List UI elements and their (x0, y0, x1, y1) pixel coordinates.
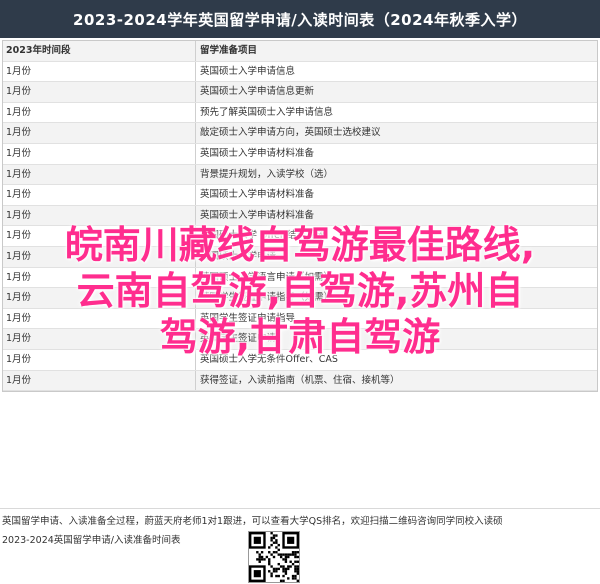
page: 2023-2024学年英国留学申请/入读时间表（2024年秋季入学） 2023年… (0, 0, 600, 584)
row-time: 1月份 (3, 102, 196, 123)
table-row: 1月份 英国学生签证申请指导（如需） (3, 288, 597, 309)
table-row: 1月份 获得签证，入读前指南（机票、住宿、接机等） (3, 370, 597, 392)
table-row: 1月份 英国硕士入学申请材料准备 (3, 205, 597, 227)
qr-code-icon (248, 531, 300, 583)
row-items: 英国硕士入学语言申请（如需） (200, 271, 334, 283)
table-row: 1月份 背景提升规划，入读学校（选） (3, 164, 597, 186)
schedule-table: 2023年时间段 留学准备项目 1月份 英国硕士入学申请信息 1月份 英国硕士入学申请… (2, 40, 598, 393)
table-row: 1月份 英国硕士入学申请信息 (3, 61, 597, 83)
row-items: 英国硕士入学申请信息 (200, 65, 296, 77)
row-items: 英国硕士入学申请材料准备 (200, 147, 315, 159)
row-time: 1月份 (3, 82, 196, 102)
table-row: 1月份 英国学生签证申请指导 (3, 308, 597, 330)
footer-notice: 英国留学申请、入读准备全过程，蔚蓝天府老师1对1跟进，可以查看大学QS排名，欢迎… (2, 516, 502, 527)
row-items: 英国学生签证申请指导 (200, 312, 296, 324)
table-row: 1月份 英国硕士入学无条件Offer、CAS (3, 349, 597, 371)
table-row: 1月份 英国硕士入学申请信息更新 (3, 82, 597, 103)
table-row: 1月份 英国学生签证申请 (3, 329, 597, 350)
row-time: 1月份 (3, 267, 196, 288)
row-time: 1月份 (3, 61, 196, 82)
table-row: 1月份 英国硕士入学语言申请（如需） (3, 267, 597, 289)
row-time: 1月份 (3, 185, 196, 205)
row-items: 敲定硕士入学申请方向，英国硕士选校建议 (200, 127, 381, 139)
row-items: 获得签证，入读前指南（机票、住宿、接机等） (200, 374, 400, 386)
row-time: 1月份 (3, 226, 196, 246)
row-time: 1月份 (3, 143, 196, 164)
table-row: 1月份 英国硕士入学 Offer 结果发放 (3, 226, 597, 247)
row-time: 1月份 (3, 329, 196, 349)
row-time: 1月份 (3, 205, 196, 226)
row-items: 英国硕士入学申请信息更新 (200, 86, 315, 98)
row-items: 英国硕士入学申请材料准备 (200, 209, 315, 221)
row-time: 1月份 (3, 164, 196, 185)
row-time: 1月份 (3, 349, 196, 370)
table-row: 1月份 英国硕士入学申请材料准备 (3, 185, 597, 206)
table-row: 1月份 预先了解英国硕士入学申请信息 (3, 102, 597, 124)
header-items: 留学准备项目 (200, 45, 258, 56)
row-items: 英国学生签证申请 (200, 333, 277, 345)
header-time: 2023年时间段 (3, 41, 196, 61)
row-time: 1月份 (3, 308, 196, 329)
row-time: 1月份 (3, 246, 196, 267)
table-row: 1月份 敲定硕士入学申请方向，英国硕士选校建议 (3, 123, 597, 144)
row-items: 英国学生签证申请指导（如需） (200, 292, 334, 304)
row-time: 1月份 (3, 288, 196, 308)
table-row: 1月份 英国硕士入学申请材料准备 (3, 143, 597, 165)
row-items: 英国硕士入学 Offer 结果发放 (200, 230, 325, 242)
row-items: 背景提升规划，入读学校（选） (200, 168, 334, 180)
row-items: 英国硕士入学申请材料准备 (200, 189, 315, 201)
row-time: 1月份 (3, 123, 196, 143)
row-time: 1月份 (3, 370, 196, 391)
row-items: 英国硕士入学无条件Offer、CAS (200, 353, 338, 365)
footer: 英国留学申请、入读准备全过程，蔚蓝天府老师1对1跟进，可以查看大学QS排名，欢迎… (0, 508, 600, 584)
row-items: 英国硕士入学申请 (200, 250, 277, 262)
document-title: 2023-2024学年英国留学申请/入读时间表（2024年秋季入学） (0, 0, 600, 38)
table-header: 2023年时间段 留学准备项目 (3, 41, 597, 62)
table-row: 1月份 英国硕士入学申请 (3, 246, 597, 268)
footer-caption: 2023-2024英国留学申请/入读准备时间表 (2, 535, 181, 546)
row-items: 预先了解英国硕士入学申请信息 (200, 106, 334, 118)
